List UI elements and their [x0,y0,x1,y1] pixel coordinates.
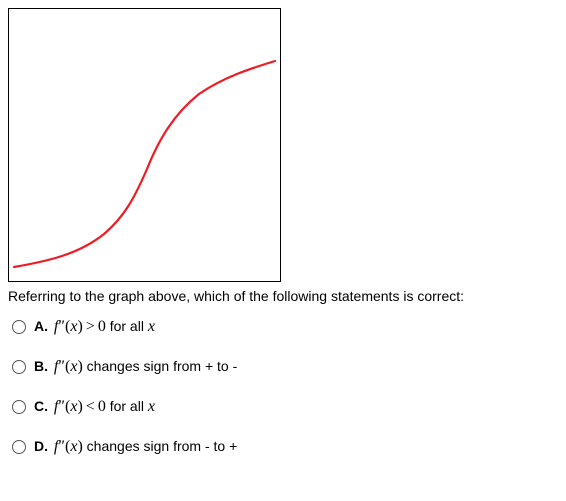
option-tail: changes sign from + to - [83,358,237,374]
option-var: x [148,318,155,335]
radio-icon [12,360,26,374]
option-tail: for all [106,398,148,414]
option-expression: f″(x) [54,358,83,375]
option-a[interactable]: A. f″(x)>0 for all x [12,318,558,336]
option-d[interactable]: D. f″(x) changes sign from - to + [12,438,558,456]
option-letter: D. [34,438,48,454]
question-text: Referring to the graph above, which of t… [8,288,558,304]
option-d-content: D. f″(x) changes sign from - to + [34,438,237,456]
option-c-content: C. f″(x)<0 for all x [34,398,155,416]
curve [14,61,275,267]
graph-panel [8,8,281,282]
option-tail: for all [106,318,148,334]
radio-icon [12,400,26,414]
radio-icon [12,320,26,334]
option-letter: B. [34,358,48,374]
option-b-content: B. f″(x) changes sign from + to - [34,358,237,376]
curve-plot [9,9,280,281]
option-c[interactable]: C. f″(x)<0 for all x [12,398,558,416]
option-expression: f″(x) [54,438,83,455]
option-letter: C. [34,398,48,414]
option-expression: f″(x)>0 [54,318,106,335]
option-var: x [148,398,155,415]
option-tail: changes sign from - to + [83,438,237,454]
radio-icon [12,440,26,454]
options-group: A. f″(x)>0 for all x B. f″(x) changes si… [8,318,558,456]
option-letter: A. [34,318,48,334]
option-a-content: A. f″(x)>0 for all x [34,318,155,336]
option-b[interactable]: B. f″(x) changes sign from + to - [12,358,558,376]
option-expression: f″(x)<0 [54,398,106,415]
